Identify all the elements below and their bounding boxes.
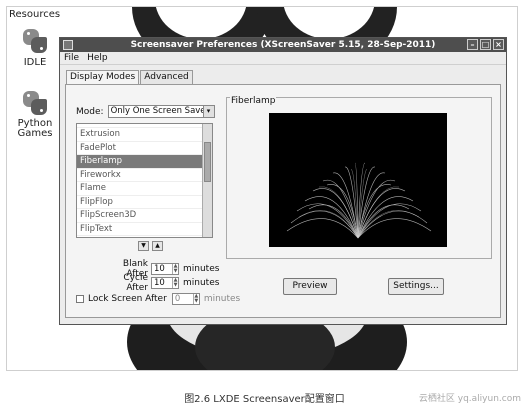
maximize-button[interactable]: □: [480, 39, 491, 50]
watermark: 云栖社区 yq.aliyun.com: [418, 394, 521, 404]
lock-screen-spinner[interactable]: 0 ▲ ▼: [171, 293, 200, 305]
mode-select-value: Only One Screen Saver: [110, 106, 210, 116]
preview-legend: Fiberlamp: [230, 96, 277, 106]
list-item[interactable]: Flame: [77, 182, 212, 196]
desktop-icon-label: Python Games: [17, 118, 53, 139]
cycle-after-spinner[interactable]: 10 ▲ ▼: [151, 277, 179, 289]
desktop-resources-label: Resources: [9, 9, 61, 20]
mode-label: Mode:: [76, 106, 104, 117]
menu-file[interactable]: File: [64, 52, 79, 64]
list-scrollbar[interactable]: [202, 124, 212, 237]
desktop-icon-python-games[interactable]: Python Games: [11, 89, 59, 139]
list-nav-buttons: ▼ ▲: [138, 241, 163, 251]
lock-screen-unit: minutes: [203, 294, 241, 304]
desktop-icon-idle[interactable]: IDLE: [11, 27, 59, 68]
list-item[interactable]: FlipText: [77, 223, 212, 236]
lock-screen-label: Lock Screen After: [88, 294, 167, 304]
tab-advanced[interactable]: Advanced: [140, 70, 193, 84]
previous-saver-button[interactable]: ▲: [152, 241, 163, 251]
python-icon: [21, 89, 49, 117]
menu-help[interactable]: Help: [87, 52, 108, 64]
screenshot-frame: Resources IDLE Python Games Screensaver …: [6, 6, 518, 371]
screensaver-preferences-window: Screensaver Preferences (XScreenSaver 5.…: [59, 37, 507, 325]
spinner-arrows-icon[interactable]: ▲ ▼: [172, 278, 178, 288]
mode-row: Mode: Only One Screen Saver ▾: [76, 105, 215, 118]
settings-button[interactable]: Settings...: [388, 278, 444, 295]
cycle-after-value: 10: [154, 278, 165, 288]
list-item[interactable]: FadePlot: [77, 142, 212, 155]
list-item-selected[interactable]: Fiberlamp: [77, 155, 212, 169]
lock-screen-checkbox[interactable]: [76, 295, 84, 303]
window-title: Screensaver Preferences (XScreenSaver 5.…: [130, 40, 436, 50]
lock-screen-value: 0: [174, 294, 181, 304]
next-saver-button[interactable]: ▼: [138, 241, 149, 251]
list-item[interactable]: FlipFlop: [77, 196, 212, 209]
close-button[interactable]: ×: [493, 39, 504, 50]
chevron-down-icon: ▾: [202, 106, 214, 117]
window-titlebar[interactable]: Screensaver Preferences (XScreenSaver 5.…: [60, 38, 506, 52]
preview-frame: Fiberlamp: [226, 96, 492, 259]
list-item[interactable]: Fireworkx: [77, 169, 212, 182]
list-item[interactable]: FlipScreen3D: [77, 209, 212, 223]
cycle-after-unit: minutes: [183, 278, 220, 288]
spinner-arrows-icon[interactable]: ▲ ▼: [192, 294, 199, 304]
lock-screen-row: Lock Screen After 0 ▲ ▼ minutes: [76, 293, 240, 305]
menubar: File Help: [60, 52, 506, 65]
display-modes-panel: Mode: Only One Screen Saver ▾ Extrusion …: [65, 84, 501, 318]
fiberlamp-animation: [286, 162, 432, 239]
scrollbar-thumb[interactable]: [204, 142, 211, 182]
minimize-button[interactable]: –: [467, 39, 478, 50]
cycle-after-row: Cycle After 10 ▲ ▼ minutes: [102, 273, 219, 293]
cycle-after-label: Cycle After: [123, 273, 148, 293]
preview-button[interactable]: Preview: [283, 278, 337, 295]
window-menu-icon[interactable]: [63, 40, 73, 50]
mode-select[interactable]: Only One Screen Saver ▾: [107, 105, 215, 118]
screensaver-list[interactable]: Extrusion FadePlot Fiberlamp Fireworkx F…: [76, 123, 213, 238]
preview-screen: [269, 113, 447, 247]
list-item[interactable]: Extrusion: [77, 128, 212, 142]
python-icon: [21, 27, 49, 55]
tab-bar: Display Modes Advanced: [66, 70, 194, 85]
tab-display-modes[interactable]: Display Modes: [66, 70, 140, 85]
desktop-icon-label: IDLE: [23, 57, 47, 68]
